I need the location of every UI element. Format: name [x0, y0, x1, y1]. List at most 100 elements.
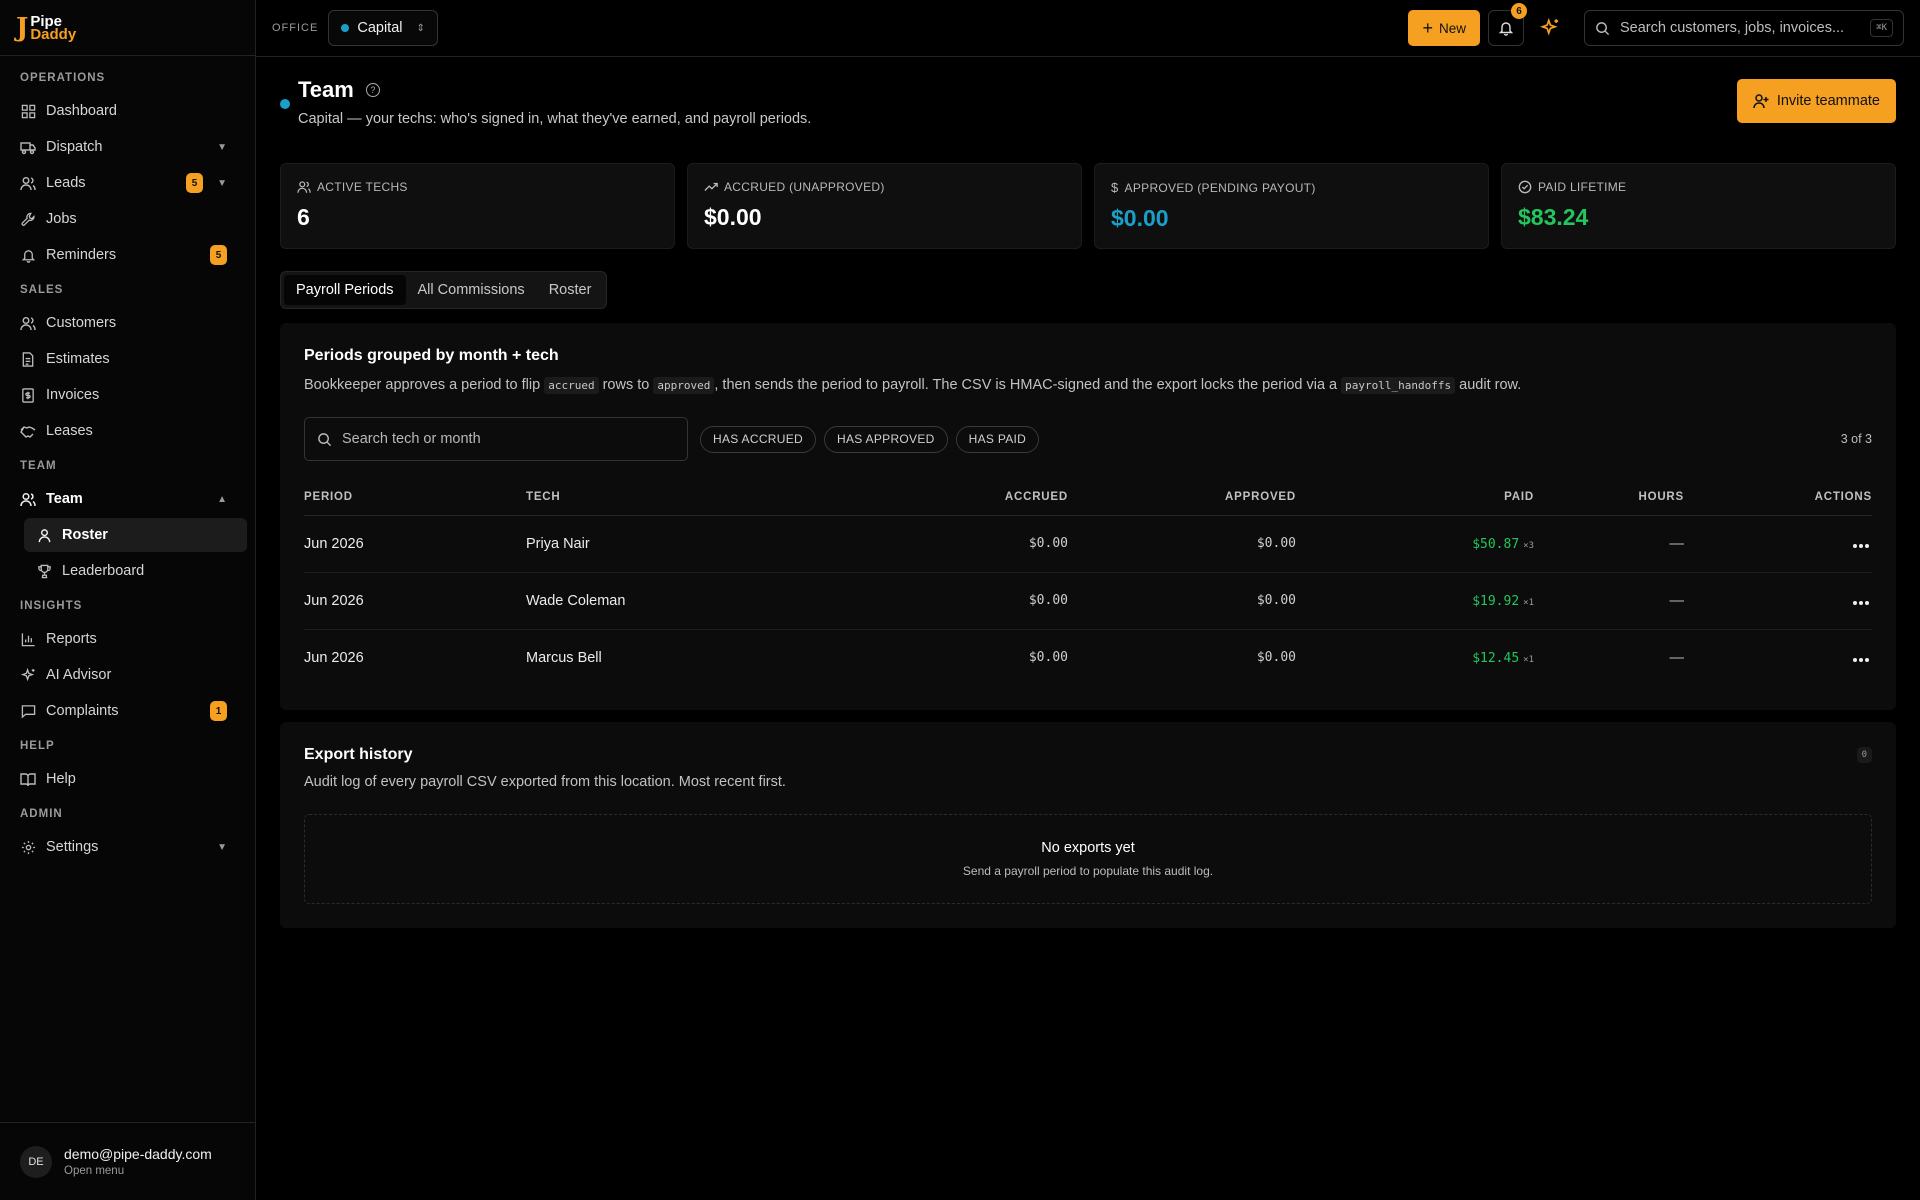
sidebar-item-settings[interactable]: Settings ▼ [8, 830, 247, 864]
message-square-icon [20, 703, 36, 719]
user-menu[interactable]: DE demo@pipe-daddy.com Open menu [0, 1122, 255, 1200]
paid-count: ×1 [1523, 654, 1534, 665]
cell-actions [1684, 515, 1872, 573]
more-horizontal-icon[interactable] [1853, 600, 1869, 605]
help-circle-icon[interactable]: ? [365, 83, 380, 97]
col-accrued[interactable]: ACCRUED [796, 479, 1068, 516]
sidebar-item-complaints[interactable]: Complaints 1 [8, 694, 247, 728]
invite-teammate-button[interactable]: Invite teammate [1736, 79, 1896, 123]
paid-amount: $19.92 [1472, 593, 1520, 609]
chevron-down-icon: ▼ [217, 177, 227, 189]
search-icon [318, 432, 332, 446]
col-hours[interactable]: HOURS [1534, 479, 1684, 516]
new-button[interactable]: + New [1408, 10, 1480, 46]
paid-amount: $50.87 [1472, 536, 1520, 552]
office-status-dot [341, 24, 350, 32]
desc-text: audit row. [1455, 377, 1522, 393]
cell-paid: $19.92 ×1 [1296, 572, 1534, 630]
col-period[interactable]: PERIOD [304, 479, 526, 516]
periods-title: Periods grouped by month + tech [304, 347, 559, 364]
cell-approved: $0.00 [1068, 572, 1296, 630]
cell-hours: — [1534, 515, 1684, 573]
tab-roster[interactable]: Roster [537, 275, 604, 305]
cell-actions [1684, 629, 1872, 686]
periods-filters: Search tech or month HAS ACCRUED HAS APP… [304, 417, 1872, 461]
plus-icon: + [1422, 18, 1433, 38]
sidebar-item-ai-advisor[interactable]: AI Advisor [8, 658, 247, 692]
bell-icon [20, 247, 36, 263]
more-horizontal-icon[interactable] [1853, 657, 1869, 662]
tech-month-search-input[interactable]: Search tech or month [304, 417, 688, 461]
empty-state-subtitle: Send a payroll period to populate this a… [962, 864, 1214, 878]
ai-sparkles-button[interactable] [1532, 10, 1568, 46]
sidebar-item-reminders[interactable]: Reminders 5 [8, 238, 247, 272]
code-approved: approved [653, 377, 715, 394]
stat-label: PAID LIFETIME [1538, 180, 1627, 194]
global-search[interactable]: Search customers, jobs, invoices... ⌘K [1584, 10, 1904, 46]
section-sales: SALES [20, 284, 64, 296]
sidebar-item-invoices[interactable]: Invoices [8, 378, 247, 412]
tab-all-commissions[interactable]: All Commissions [406, 275, 537, 305]
tab-payroll-periods[interactable]: Payroll Periods [284, 275, 406, 305]
filter-has-approved[interactable]: HAS APPROVED [823, 425, 948, 453]
col-approved[interactable]: APPROVED [1068, 479, 1296, 516]
sidebar-item-customers[interactable]: Customers [8, 306, 247, 340]
sidebar-item-roster[interactable]: Roster [24, 518, 247, 552]
handshake-icon [20, 423, 36, 439]
bar-chart-icon [20, 631, 36, 647]
sidebar-item-estimates[interactable]: Estimates [8, 342, 247, 376]
filter-has-accrued[interactable]: HAS ACCRUED [700, 425, 816, 453]
filter-has-paid[interactable]: HAS PAID [955, 425, 1040, 453]
stat-value: $0.00 [704, 204, 762, 230]
main-area: OFFICE Capital ⇕ + New 6 Search customer… [256, 0, 1920, 1200]
section-admin: ADMIN [20, 808, 63, 820]
cell-accrued: $0.00 [796, 572, 1068, 630]
table-row[interactable]: Jun 2026 Marcus Bell $0.00 $0.00 $12.45 ×… [304, 629, 1872, 686]
notifications-button[interactable]: 6 [1488, 3, 1527, 46]
col-tech[interactable]: TECH [526, 479, 796, 516]
periods-table: PERIOD TECH ACCRUED APPROVED PAID HOURS … [304, 479, 1872, 686]
col-paid[interactable]: PAID [1296, 479, 1534, 516]
chevron-down-icon: ▼ [217, 141, 227, 153]
new-button-label: New [1438, 20, 1466, 36]
stat-value: 6 [297, 204, 310, 230]
sidebar-item-jobs[interactable]: Jobs [8, 202, 247, 236]
cell-paid: $12.45 ×1 [1296, 629, 1534, 686]
results-count: 3 of 3 [1840, 432, 1872, 446]
paid-count: ×3 [1523, 540, 1534, 551]
brand-logo[interactable]: J Pipe Daddy [0, 0, 255, 56]
check-circle-icon [1518, 180, 1532, 194]
leads-count-badge: 5 [186, 173, 203, 193]
stat-label: ACCRUED (UNAPPROVED) [724, 180, 885, 194]
stat-value: $0.00 [1111, 205, 1169, 231]
sidebar-item-reports[interactable]: Reports [8, 622, 247, 656]
sidebar-item-dispatch[interactable]: Dispatch ▼ [8, 130, 247, 164]
bell-icon [1498, 22, 1514, 36]
sidebar-item-leases[interactable]: Leases [8, 414, 247, 448]
page-content: Team ? Capital — your techs: who's signe… [256, 57, 1920, 928]
sidebar-item-label: Estimates [46, 351, 110, 367]
section-team: TEAM [20, 460, 57, 472]
reminders-count-badge: 5 [210, 245, 227, 265]
users-icon [20, 175, 36, 191]
chevrons-up-down-icon: ⇕ [416, 22, 425, 34]
stat-approved: $ APPROVED (PENDING PAYOUT) $0.00 [1094, 163, 1489, 249]
section-insights: INSIGHTS [20, 600, 83, 612]
sidebar-item-label: AI Advisor [46, 667, 112, 683]
more-horizontal-icon[interactable] [1853, 543, 1869, 548]
sidebar-item-leads[interactable]: Leads 5 ▼ [8, 166, 247, 200]
sidebar-item-dashboard[interactable]: Dashboard [8, 94, 247, 128]
sparkles-icon [1540, 18, 1559, 36]
table-row[interactable]: Jun 2026 Priya Nair $0.00 $0.00 $50.87 ×3… [304, 515, 1872, 573]
page-subtitle: Capital — your techs: who's signed in, w… [298, 111, 812, 127]
office-select[interactable]: Capital ⇕ [328, 10, 438, 46]
table-row[interactable]: Jun 2026 Wade Coleman $0.00 $0.00 $19.92… [304, 572, 1872, 630]
receipt-icon [20, 387, 36, 403]
sidebar-item-leaderboard[interactable]: Leaderboard [24, 554, 247, 588]
cell-tech: Wade Coleman [526, 572, 796, 630]
sidebar-item-team[interactable]: Team ▲ [8, 482, 247, 516]
paid-count: ×1 [1523, 597, 1534, 608]
export-history-description: Audit log of every payroll CSV exported … [304, 774, 786, 790]
topbar: OFFICE Capital ⇕ + New 6 Search customer… [256, 0, 1920, 57]
sidebar-item-help[interactable]: Help [8, 762, 247, 796]
